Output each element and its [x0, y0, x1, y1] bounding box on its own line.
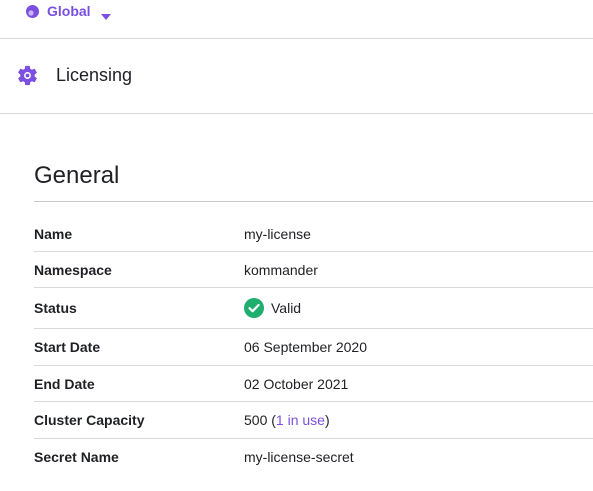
secret-name-label: Secret Name — [34, 448, 119, 465]
table-row: Namespace kommander — [34, 252, 593, 288]
section-rule — [34, 201, 593, 202]
start-date-label: Start Date — [34, 339, 101, 355]
page-title: Licensing — [56, 65, 133, 85]
globe-dot-icon — [26, 4, 39, 18]
capacity-close-paren: ) — [324, 412, 330, 428]
page-header: Licensing — [16, 64, 132, 87]
table-row: End Date 02 October 2021 — [34, 366, 593, 402]
start-date-value: 06 September 2020 — [244, 339, 367, 355]
scope-label: Global — [47, 3, 91, 19]
cluster-capacity-value: 500 (1 in use) — [244, 412, 330, 428]
namespace-value: kommander — [244, 261, 318, 278]
name-value: my-license — [244, 225, 311, 242]
details-table: Name my-license Namespace kommander Stat… — [34, 216, 593, 474]
table-row: Name my-license — [34, 216, 593, 252]
status-label: Status — [34, 300, 77, 316]
caret-down-icon — [100, 8, 111, 20]
top-divider — [0, 38, 593, 39]
namespace-label: Namespace — [34, 261, 112, 278]
in-use-link[interactable]: 1 in use — [276, 412, 325, 428]
table-row: Cluster Capacity 500 (1 in use) — [34, 402, 593, 439]
cluster-capacity-label: Cluster Capacity — [34, 412, 145, 428]
name-label: Name — [34, 225, 73, 242]
check-circle-icon — [244, 298, 264, 318]
capacity-number: 500 — [244, 412, 268, 428]
table-row: Status Valid — [34, 288, 593, 329]
status-value: Valid — [244, 298, 301, 318]
end-date-label: End Date — [34, 375, 95, 392]
end-date-value: 02 October 2021 — [244, 375, 349, 392]
section-title: General — [34, 162, 120, 189]
status-text: Valid — [271, 300, 302, 316]
gear-icon — [16, 64, 39, 87]
table-row: Secret Name my-license-secret — [34, 439, 593, 474]
table-row: Start Date 06 September 2020 — [34, 329, 593, 366]
scope-selector[interactable]: Global — [26, 3, 111, 20]
header-divider — [0, 113, 593, 114]
secret-name-value: my-license-secret — [244, 448, 354, 465]
